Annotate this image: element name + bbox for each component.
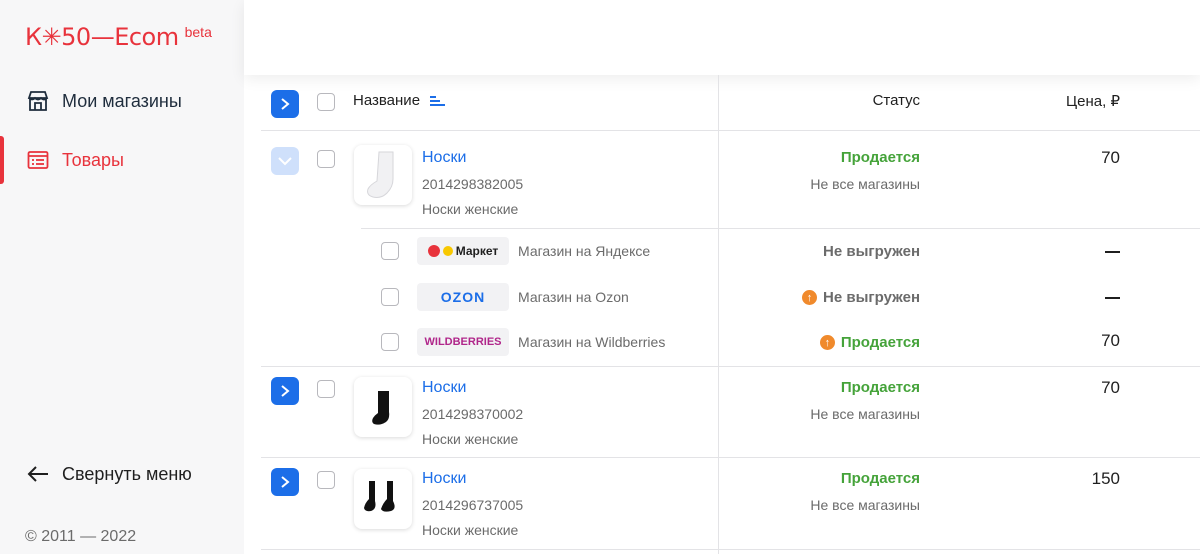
product-category: Носки женские (422, 431, 519, 447)
column-divider (718, 75, 719, 554)
expand-row-button[interactable] (271, 377, 299, 405)
collapse-menu-label: Свернуть меню (62, 463, 192, 484)
divider (261, 130, 1200, 131)
sidebar-item-goods[interactable]: Товары (0, 136, 244, 184)
product-code: 2014298382005 (422, 176, 524, 192)
product-code: 2014298370002 (422, 406, 524, 422)
marketplace-store: Магазин на Ozon (518, 289, 629, 305)
warning-icon[interactable]: ↑ (819, 335, 835, 350)
collapse-row-button[interactable] (271, 147, 299, 175)
column-header-status: Статус (872, 92, 920, 109)
sidebar-item-label: Мои магазины (62, 90, 182, 111)
warning-icon[interactable]: ↑ (802, 290, 818, 305)
wildberries-logo: WILDBERRIES (417, 328, 509, 356)
marketplace-status-label: Не выгружен (823, 289, 920, 306)
logo[interactable]: К✳50—Ecom beta (25, 22, 212, 52)
product-name-link[interactable]: Носки (422, 379, 466, 397)
sidebar: К✳50—Ecom beta Мои магазины Товары Сверн… (0, 0, 244, 554)
product-name-link[interactable]: Носки (422, 149, 466, 167)
divider (261, 457, 1200, 458)
row-checkbox[interactable] (317, 380, 335, 398)
price-value: — (1105, 251, 1120, 253)
price-value: 70 (1101, 148, 1120, 167)
product-image-black-ankle-socks[interactable] (354, 469, 412, 529)
marketplace-status-label: Продается (840, 334, 920, 351)
marketplace-checkbox[interactable] (381, 288, 399, 306)
store-icon (26, 89, 50, 113)
status-badge: Продается (840, 470, 920, 487)
divider (261, 549, 1200, 550)
marketplace-badge-label: OZON (440, 289, 486, 305)
status-badge: Продается (840, 379, 920, 396)
top-bar (244, 0, 1200, 75)
logo-text: К✳50—Ecom (25, 23, 179, 51)
products-table: Название Статус Цена, ₽ Носки 2014298382… (261, 75, 1200, 554)
collapse-menu-button[interactable]: Свернуть меню (26, 462, 192, 486)
sort-icon[interactable] (428, 94, 446, 108)
expand-all-button[interactable] (271, 90, 299, 118)
chevron-right-icon (281, 98, 290, 110)
marketplace-status: ↑ Не выгружен (802, 289, 920, 306)
column-header-name[interactable]: Название (353, 92, 446, 109)
marketplace-checkbox[interactable] (381, 242, 399, 260)
chevron-right-icon (281, 385, 290, 397)
marketplace-checkbox[interactable] (381, 333, 399, 351)
marketplace-store: Магазин на Wildberries (518, 334, 666, 350)
yandex-market-logo: Маркет (417, 237, 509, 265)
list-icon (26, 148, 50, 172)
row-checkbox[interactable] (317, 150, 335, 168)
column-header-name-label: Название (353, 92, 421, 109)
status-detail: Не все магазины (810, 406, 920, 422)
status-detail: Не все магазины (810, 497, 920, 513)
marketplace-status-label: Не выгружен (823, 243, 920, 260)
beta-label: beta (184, 24, 212, 40)
row-checkbox[interactable] (317, 471, 335, 489)
select-all-checkbox[interactable] (317, 93, 335, 111)
sidebar-item-stores[interactable]: Мои магазины (0, 77, 244, 125)
price-value: — (1105, 297, 1120, 299)
product-image-black-sock[interactable] (354, 377, 412, 437)
chevron-right-icon (281, 476, 290, 488)
sidebar-item-label: Товары (62, 149, 124, 170)
product-category: Носки женские (422, 522, 519, 538)
column-header-price: Цена, ₽ (1066, 93, 1120, 110)
chevron-down-icon (278, 157, 292, 166)
marketplace-store: Магазин на Яндексе (518, 243, 651, 259)
marketplace-badge-label: Маркет (455, 244, 499, 258)
price-value: 70 (1101, 331, 1120, 350)
product-image-white-sock[interactable] (354, 145, 412, 205)
product-name-link[interactable]: Носки (422, 470, 466, 488)
price-value: 70 (1101, 378, 1120, 397)
expand-row-button[interactable] (271, 468, 299, 496)
divider (261, 366, 1200, 367)
status-detail: Не все магазины (810, 176, 920, 192)
ozon-logo: OZON (417, 283, 509, 311)
divider (361, 228, 1200, 229)
arrow-left-icon (26, 462, 50, 486)
copyright: © 2011 — 2022 (25, 528, 137, 545)
marketplace-status: ↑ Продается (819, 334, 920, 351)
price-value: 150 (1091, 469, 1120, 488)
marketplace-badge-label: WILDBERRIES (424, 336, 502, 348)
product-code: 2014296737005 (422, 497, 524, 513)
marketplace-status: Не выгружен (823, 243, 920, 260)
product-category: Носки женские (422, 201, 519, 217)
status-badge: Продается (840, 149, 920, 166)
